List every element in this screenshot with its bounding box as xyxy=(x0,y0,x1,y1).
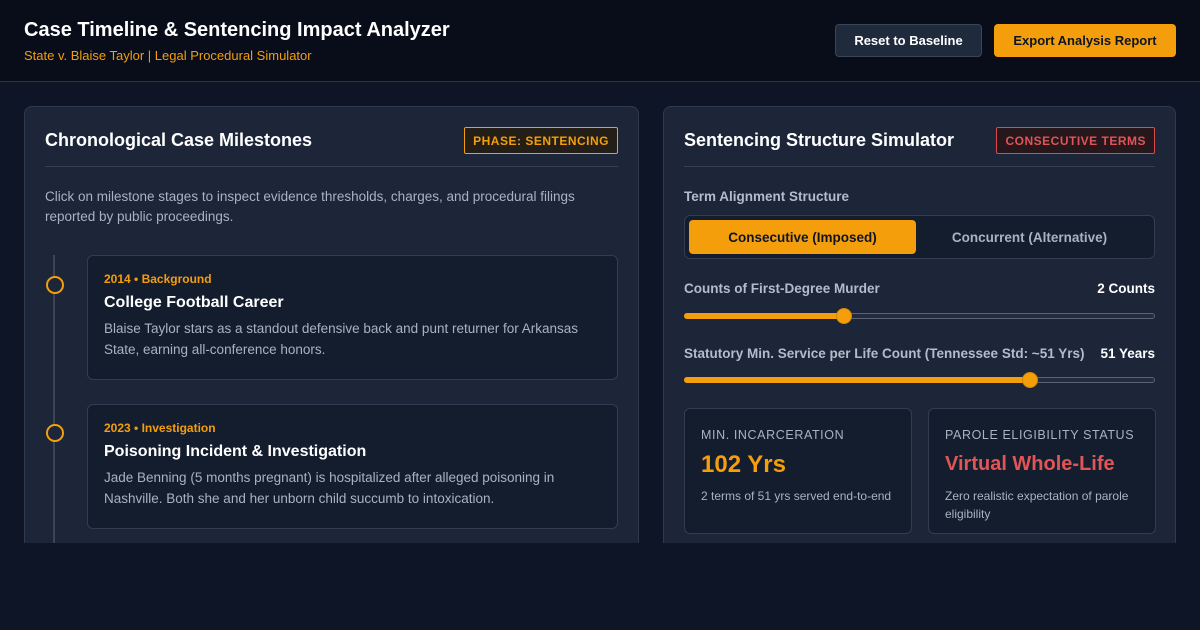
export-report-button[interactable]: Export Analysis Report xyxy=(994,24,1176,57)
parole-status-card: PAROLE ELIGIBILITY STATUS Virtual Whole-… xyxy=(928,408,1156,534)
timeline-line xyxy=(53,255,55,543)
slider-thumb[interactable] xyxy=(1022,372,1039,388)
app-title: Case Timeline & Sentencing Impact Analyz… xyxy=(24,19,450,41)
app-header: Case Timeline & Sentencing Impact Analyz… xyxy=(0,0,1200,82)
slider-thumb[interactable] xyxy=(836,308,853,324)
main-content: Chronological Case Milestones PHASE: SEN… xyxy=(0,83,1200,543)
alignment-label: Term Alignment Structure xyxy=(684,189,850,204)
stat-label: PAROLE ELIGIBILITY STATUS xyxy=(945,428,1135,442)
min-incarceration-card: MIN. INCARCERATION 102 Yrs 2 terms of 51… xyxy=(684,408,912,534)
parole-status-value: Virtual Whole-Life xyxy=(945,453,1115,475)
stat-note: 2 terms of 51 yrs served end-to-end xyxy=(701,489,892,503)
milestones-divider xyxy=(45,166,618,167)
milestone-title: Poisoning Incident & Investigation xyxy=(104,443,367,460)
min-service-slider[interactable] xyxy=(684,371,1155,389)
consecutive-option[interactable]: Consecutive (Imposed) xyxy=(689,220,916,254)
simulator-divider xyxy=(684,166,1155,167)
app-subtitle: State v. Blaise Taylor | Legal Procedura… xyxy=(24,48,312,63)
simulator-panel: Sentencing Structure Simulator CONSECUTI… xyxy=(663,106,1176,543)
milestone-meta: 2014 • Background xyxy=(104,272,212,286)
stat-note: Zero realistic expectation of parole eli… xyxy=(945,489,1129,521)
simulator-title: Sentencing Structure Simulator xyxy=(684,130,955,150)
counts-label: Counts of First-Degree Murder xyxy=(684,281,880,296)
milestone-card-football[interactable]: 2014 • Background College Football Caree… xyxy=(87,255,618,380)
term-alignment-toggle: Consecutive (Imposed) Concurrent (Altern… xyxy=(684,215,1155,259)
min-incarceration-value: 102 Yrs xyxy=(701,451,786,478)
milestone-meta: 2023 • Investigation xyxy=(104,421,216,435)
slider-fill xyxy=(684,377,1031,383)
concurrent-option[interactable]: Concurrent (Alternative) xyxy=(916,220,1143,254)
milestones-title: Chronological Case Milestones xyxy=(45,130,313,150)
reset-baseline-button[interactable]: Reset to Baseline xyxy=(835,24,982,57)
phase-badge: PHASE: SENTENCING xyxy=(464,127,618,154)
min-service-label: Statutory Min. Service per Life Count (T… xyxy=(684,346,1085,361)
stat-label: MIN. INCARCERATION xyxy=(701,428,845,442)
term-badge: CONSECUTIVE TERMS xyxy=(996,127,1155,154)
counts-slider[interactable] xyxy=(684,307,1155,325)
milestone-title: College Football Career xyxy=(104,294,284,311)
milestones-intro: Click on milestone stages to inspect evi… xyxy=(45,189,575,224)
timeline-dot[interactable] xyxy=(46,276,64,294)
slider-fill xyxy=(684,313,845,319)
milestones-panel: Chronological Case Milestones PHASE: SEN… xyxy=(24,106,639,543)
min-service-value: 51 Years xyxy=(1100,346,1155,361)
milestone-card-investigation[interactable]: 2023 • Investigation Poisoning Incident … xyxy=(87,404,618,529)
counts-value: 2 Counts xyxy=(1097,281,1155,296)
timeline-dot[interactable] xyxy=(46,424,64,442)
milestone-description: Blaise Taylor stars as a standout defens… xyxy=(104,321,579,357)
milestone-description: Jade Benning (5 months pregnant) is hosp… xyxy=(104,470,555,506)
